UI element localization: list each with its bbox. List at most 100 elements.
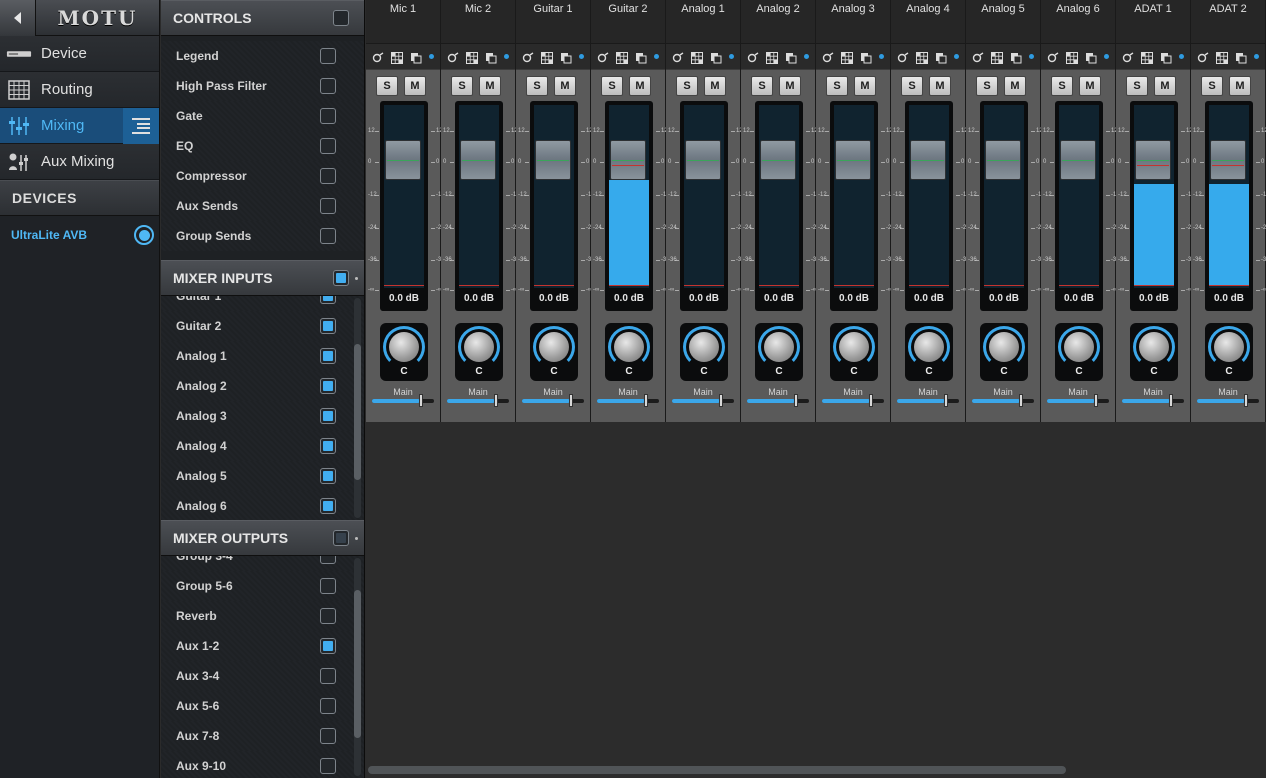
mute-button[interactable]: M	[1229, 76, 1251, 96]
nav-item-aux-mixing[interactable]: Aux Mixing	[0, 144, 159, 180]
panel-row-aux-3-4[interactable]: Aux 3-4	[161, 661, 364, 691]
send-thumb[interactable]	[1019, 394, 1023, 407]
solo-button[interactable]: S	[376, 76, 398, 96]
main-send-slider[interactable]	[822, 394, 884, 407]
panel-row-aux-7-8[interactable]: Aux 7-8	[161, 721, 364, 751]
panel-row-checkbox[interactable]	[320, 438, 336, 454]
patch-icon[interactable]	[615, 51, 628, 64]
fader-track[interactable]	[834, 105, 874, 288]
panel-row-analog-3[interactable]: Analog 3	[161, 401, 364, 431]
panel-row-checkbox[interactable]	[320, 468, 336, 484]
fader-handle[interactable]	[760, 140, 796, 180]
fader-track[interactable]	[1134, 105, 1174, 288]
fader-handle[interactable]	[535, 140, 571, 180]
fader-handle[interactable]	[1135, 140, 1171, 180]
mixer-horizontal-scrollbar[interactable]	[366, 766, 1266, 774]
input-icon[interactable]	[672, 51, 684, 63]
panel-row-checkbox[interactable]	[320, 318, 336, 334]
patch-icon[interactable]	[915, 51, 928, 64]
fader-track[interactable]	[1209, 105, 1249, 288]
main-send-slider[interactable]	[447, 394, 509, 407]
panel-row-compressor[interactable]: Compressor	[161, 161, 364, 191]
solo-button[interactable]: S	[1201, 76, 1223, 96]
mute-button[interactable]: M	[704, 76, 726, 96]
mute-button[interactable]: M	[779, 76, 801, 96]
main-send-slider[interactable]	[897, 394, 959, 407]
input-icon[interactable]	[897, 51, 909, 63]
solo-button[interactable]: S	[976, 76, 998, 96]
pan-knob[interactable]	[1214, 332, 1244, 362]
solo-button[interactable]: S	[1051, 76, 1073, 96]
pan-knob[interactable]	[1139, 332, 1169, 362]
input-icon[interactable]	[597, 51, 609, 63]
copy-icon[interactable]	[935, 51, 947, 63]
fader-track[interactable]	[759, 105, 799, 288]
fader-track[interactable]	[459, 105, 499, 288]
panel-row-checkbox[interactable]	[320, 228, 336, 244]
panel-row-analog-4[interactable]: Analog 4	[161, 431, 364, 461]
pan-knob[interactable]	[464, 332, 494, 362]
mixer-outputs-all-checkbox[interactable]	[333, 530, 349, 546]
pan-knob[interactable]	[689, 332, 719, 362]
mute-button[interactable]: M	[1154, 76, 1176, 96]
panel-row-checkbox[interactable]	[320, 408, 336, 424]
solo-button[interactable]: S	[901, 76, 923, 96]
send-thumb[interactable]	[794, 394, 798, 407]
panel-row-aux-9-10[interactable]: Aux 9-10	[161, 751, 364, 778]
panel-row-aux-5-6[interactable]: Aux 5-6	[161, 691, 364, 721]
send-thumb[interactable]	[944, 394, 948, 407]
pan-knob[interactable]	[914, 332, 944, 362]
main-send-slider[interactable]	[747, 394, 809, 407]
panel-row-group-5-6[interactable]: Group 5-6	[161, 571, 364, 601]
send-thumb[interactable]	[644, 394, 648, 407]
solo-button[interactable]: S	[1126, 76, 1148, 96]
send-thumb[interactable]	[569, 394, 573, 407]
fader-track[interactable]	[909, 105, 949, 288]
fader-handle[interactable]	[460, 140, 496, 180]
fader-handle[interactable]	[910, 140, 946, 180]
mixer-outputs-scrollbar[interactable]	[354, 558, 361, 776]
input-icon[interactable]	[372, 51, 384, 63]
pan-knob[interactable]	[839, 332, 869, 362]
mixer-inputs-scroll-thumb[interactable]	[354, 344, 361, 480]
fader-track[interactable]	[984, 105, 1024, 288]
panel-row-checkbox[interactable]	[320, 578, 336, 594]
panel-row-checkbox[interactable]	[320, 138, 336, 154]
input-icon[interactable]	[972, 51, 984, 63]
solo-button[interactable]: S	[676, 76, 698, 96]
panel-row-checkbox[interactable]	[320, 608, 336, 624]
pan-knob[interactable]	[989, 332, 1019, 362]
panel-row-analog-2[interactable]: Analog 2	[161, 371, 364, 401]
copy-icon[interactable]	[860, 51, 872, 63]
main-send-slider[interactable]	[972, 394, 1034, 407]
fader-track[interactable]	[609, 105, 649, 288]
input-icon[interactable]	[1197, 51, 1209, 63]
copy-icon[interactable]	[1085, 51, 1097, 63]
panel-row-reverb[interactable]: Reverb	[161, 601, 364, 631]
pan-knob[interactable]	[389, 332, 419, 362]
panel-row-aux-sends[interactable]: Aux Sends	[161, 191, 364, 221]
mixer-inputs-all-checkbox[interactable]	[333, 270, 349, 286]
main-send-slider[interactable]	[522, 394, 584, 407]
panel-row-checkbox[interactable]	[320, 108, 336, 124]
send-thumb[interactable]	[1244, 394, 1248, 407]
panel-row-gate[interactable]: Gate	[161, 101, 364, 131]
fader-handle[interactable]	[1210, 140, 1246, 180]
fader-handle[interactable]	[610, 140, 646, 180]
panel-row-analog-1[interactable]: Analog 1	[161, 341, 364, 371]
panel-row-checkbox[interactable]	[320, 296, 336, 304]
copy-icon[interactable]	[485, 51, 497, 63]
controls-all-checkbox[interactable]	[333, 10, 349, 26]
patch-icon[interactable]	[990, 51, 1003, 64]
panel-row-checkbox[interactable]	[320, 758, 336, 774]
main-send-slider[interactable]	[1047, 394, 1109, 407]
solo-button[interactable]: S	[601, 76, 623, 96]
panel-row-checkbox[interactable]	[320, 198, 336, 214]
mixer-scroll-thumb[interactable]	[368, 766, 1066, 774]
fader-track[interactable]	[1059, 105, 1099, 288]
solo-button[interactable]: S	[751, 76, 773, 96]
send-thumb[interactable]	[1169, 394, 1173, 407]
panel-row-checkbox[interactable]	[320, 348, 336, 364]
panel-row-checkbox[interactable]	[320, 378, 336, 394]
mute-button[interactable]: M	[629, 76, 651, 96]
